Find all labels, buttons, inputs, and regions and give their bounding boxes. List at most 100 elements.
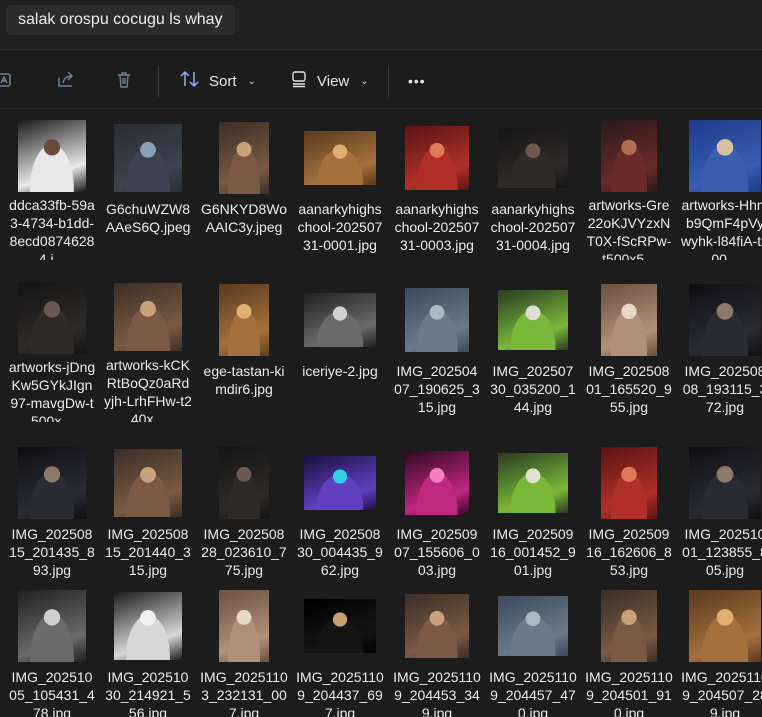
thumbnail-frame xyxy=(495,445,571,521)
toolbar-separator xyxy=(158,65,159,97)
file-name: aanarkyhighschool-20250731-0003.jpg xyxy=(394,201,480,253)
file-name: IMG_20251001_123855_805.jpg xyxy=(682,526,762,578)
file-tile[interactable]: artworks-jDngKw5GYkJIgn97-mavgDw-t500x..… xyxy=(8,282,96,422)
image-thumbnail xyxy=(405,451,469,515)
image-thumbnail xyxy=(18,447,86,519)
sort-label: Sort xyxy=(209,72,237,90)
file-tile[interactable]: G6NKYD8WoAAIC3y.jpeg xyxy=(200,120,288,260)
image-thumbnail xyxy=(18,120,86,192)
file-tile[interactable]: IMG_20250916_162606_853.jpg xyxy=(585,445,673,585)
file-tile[interactable]: IMG_20250407_190625_315.jpg xyxy=(393,282,481,422)
file-name: IMG_20251005_105431_478.jpg xyxy=(9,669,95,717)
delete-icon[interactable] xyxy=(110,66,138,94)
thumbnail-frame xyxy=(110,445,186,521)
file-tile[interactable]: IMG_20250907_155606_003.jpg xyxy=(393,445,481,585)
image-thumbnail xyxy=(498,453,568,513)
file-tile[interactable]: artworks-Hhmb9QmF4pVywyhk-l84fiA-t500... xyxy=(681,120,762,260)
sort-button[interactable]: Sort ⌄ xyxy=(172,65,264,97)
file-name: IMG_20251109_204501_910.jpg xyxy=(585,669,673,717)
image-thumbnail xyxy=(689,590,761,662)
file-name: IMG_20250830_004435_962.jpg xyxy=(297,526,383,578)
thumbnail-frame xyxy=(399,445,475,521)
thumbnail-frame xyxy=(687,445,762,521)
file-name: IMG_20250916_001452_901.jpg xyxy=(490,526,576,578)
file-name: aanarkyhighschool-20250731-0004.jpg xyxy=(490,201,576,253)
file-tile[interactable]: aanarkyhighschool-20250731-0003.jpg xyxy=(393,120,481,260)
file-name: IMG_20251109_204457_470.jpg xyxy=(489,669,577,717)
file-name: artworks-Gre22oKJVYzxNT0X-fScRPw-t500x5.… xyxy=(586,197,672,260)
file-tile[interactable]: IMG_20250830_004435_962.jpg xyxy=(296,445,384,585)
view-icon xyxy=(290,70,308,92)
file-tile[interactable]: IMG_20251109_204453_349.jpg xyxy=(393,588,481,717)
file-name: IMG_20250916_162606_853.jpg xyxy=(586,526,672,578)
thumbnail-frame xyxy=(14,282,90,354)
toolbar-separator xyxy=(388,65,389,97)
file-name: IMG_20251109_204507_289.jpg xyxy=(681,669,762,717)
more-options-button[interactable]: ••• xyxy=(400,65,434,97)
file-tile[interactable]: IMG_20251001_123855_805.jpg xyxy=(681,445,762,585)
thumbnail-frame xyxy=(110,588,186,664)
file-tile[interactable]: IMG_20250808_193115_372.jpg xyxy=(681,282,762,422)
file-name: G6chuWZW8AAeS6Q.jpeg xyxy=(105,201,191,235)
file-name: aanarkyhighschool-20250731-0001.jpg xyxy=(297,201,383,253)
file-tile[interactable]: G6chuWZW8AAeS6Q.jpeg xyxy=(104,120,192,260)
file-tile[interactable]: IMG_20251109_204507_289.jpg xyxy=(681,588,762,717)
command-bar: Sort ⌄ View ⌄ ••• xyxy=(0,51,762,109)
file-tile[interactable]: ddca33fb-59a3-4734-b1dd-8ecd08746284.j..… xyxy=(8,120,96,260)
image-thumbnail xyxy=(18,590,86,662)
thumbnail-frame xyxy=(206,588,282,664)
file-tile[interactable]: IMG_20250815_201440_315.jpg xyxy=(104,445,192,585)
file-name: ege-tastan-kimdir6.jpg xyxy=(203,363,285,397)
address-bar[interactable]: salak orospu cocugu ls whay xyxy=(6,5,235,35)
file-name: IMG_20250801_165520_955.jpg xyxy=(586,363,672,415)
thumbnail-frame xyxy=(687,120,762,192)
thumbnail-frame xyxy=(687,588,762,664)
thumbnail-frame xyxy=(206,445,282,521)
file-name: IMG_20250828_023610_775.jpg xyxy=(201,526,287,578)
thumbnail-frame xyxy=(399,120,475,196)
image-thumbnail xyxy=(405,126,469,190)
thumbnail-frame xyxy=(302,445,378,521)
file-tile[interactable]: aanarkyhighschool-20250731-0004.jpg xyxy=(489,120,577,260)
file-tile[interactable]: IMG_20251109_204501_910.jpg xyxy=(585,588,673,717)
image-thumbnail xyxy=(689,284,761,356)
image-thumbnail xyxy=(498,128,568,188)
image-thumbnail xyxy=(304,293,376,347)
file-tile[interactable]: IMG_20251030_214921_556.jpg xyxy=(104,588,192,717)
file-tile[interactable]: artworks-kCKRtBoQz0aRdyjh-LrhFHw-t240x..… xyxy=(104,282,192,422)
image-thumbnail xyxy=(689,447,761,519)
thumbnail-frame xyxy=(495,282,571,358)
thumbnail-frame xyxy=(110,282,186,352)
thumbnail-frame xyxy=(206,120,282,196)
image-thumbnail xyxy=(219,590,269,662)
thumbnail-frame xyxy=(591,445,667,521)
file-tile[interactable]: ege-tastan-kimdir6.jpg xyxy=(200,282,288,422)
image-thumbnail xyxy=(304,456,376,510)
thumbnail-frame xyxy=(495,588,571,664)
rename-icon[interactable] xyxy=(0,66,18,94)
file-tile[interactable]: IMG_20250815_201435_893.jpg xyxy=(8,445,96,585)
file-name: IMG_20251109_204453_349.jpg xyxy=(393,669,481,717)
file-tile[interactable]: IMG_20251109_204437_697.jpg xyxy=(296,588,384,717)
file-tile[interactable]: IMG_20250828_023610_775.jpg xyxy=(200,445,288,585)
file-tile[interactable]: aanarkyhighschool-20250731-0001.jpg xyxy=(296,120,384,260)
share-icon[interactable] xyxy=(52,66,80,94)
image-thumbnail xyxy=(601,590,657,662)
image-thumbnail xyxy=(498,290,568,350)
thumbnail-frame xyxy=(206,282,282,358)
file-tile[interactable]: artworks-Gre22oKJVYzxNT0X-fScRPw-t500x5.… xyxy=(585,120,673,260)
file-tile[interactable]: IMG_20251005_105431_478.jpg xyxy=(8,588,96,717)
file-tile[interactable]: IMG_20250730_035200_144.jpg xyxy=(489,282,577,422)
thumbnail-frame xyxy=(591,588,667,664)
file-tile[interactable]: iceriye-2.jpg xyxy=(296,282,384,422)
image-thumbnail xyxy=(114,449,182,517)
file-tile[interactable]: IMG_20251103_232131_007.jpg xyxy=(200,588,288,717)
file-tile[interactable]: IMG_20251109_204457_470.jpg xyxy=(489,588,577,717)
file-tile[interactable]: IMG_20250916_001452_901.jpg xyxy=(489,445,577,585)
view-button[interactable]: View ⌄ xyxy=(282,65,377,97)
image-thumbnail xyxy=(498,596,568,656)
file-tile[interactable]: IMG_20250801_165520_955.jpg xyxy=(585,282,673,422)
image-thumbnail xyxy=(601,447,657,519)
thumbnail-frame xyxy=(14,120,90,192)
sort-icon xyxy=(180,70,200,92)
